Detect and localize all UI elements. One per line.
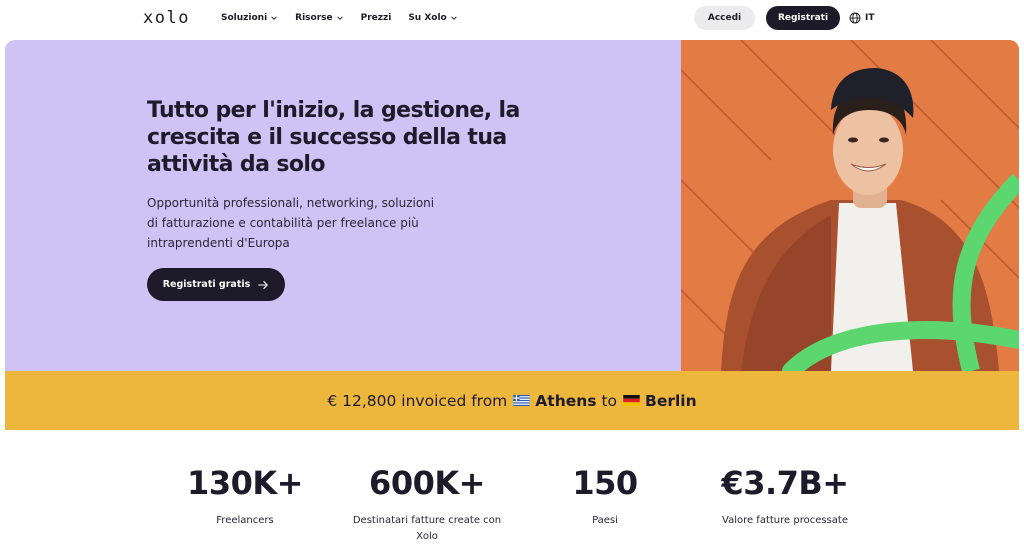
signup-free-label: Registrati gratis [162, 279, 251, 290]
greece-flag-icon [513, 395, 531, 406]
hero-title: Tutto per l'inizio, la gestione, la cres… [147, 98, 520, 177]
stat-value: 600K+ [369, 464, 485, 502]
hero-section: Tutto per l'inizio, la gestione, la cres… [5, 40, 1019, 371]
invoice-ticker: € 12,800 invoiced from Athens to Berlin [5, 371, 1019, 430]
xolo-logo[interactable]: xolo [143, 8, 190, 28]
hero-subtitle: Opportunità professionali, networking, s… [147, 196, 435, 250]
menu-item-label: Soluzioni [221, 13, 268, 23]
menu-item-su-xolo[interactable]: Su Xolo [408, 12, 457, 24]
signup-button[interactable]: Registrati [766, 6, 840, 30]
top-navigation: xolo Soluzioni Risorse Prezzi Su Xolo Ac… [0, 0, 1024, 38]
menu-item-prezzi[interactable]: Prezzi [361, 12, 392, 24]
menu-item-label: Risorse [295, 13, 333, 23]
chevron-down-icon [450, 14, 458, 22]
germany-flag-icon [623, 395, 640, 406]
menu-item-label: Su Xolo [408, 13, 447, 23]
stat-label: Destinatari fatture create con Xolo [352, 515, 502, 542]
hero-photo-freelancer [681, 40, 1019, 371]
main-menu: Soluzioni Risorse Prezzi Su Xolo [221, 12, 458, 24]
ticker-amount: € 12,800 invoiced from [327, 391, 508, 410]
chevron-down-icon [270, 14, 278, 22]
chevron-down-icon [336, 14, 344, 22]
stat-invoice-value: €3.7B+ Valore fatture processate [700, 464, 870, 529]
stat-label: Freelancers [216, 515, 274, 526]
globe-icon [849, 12, 861, 24]
stat-countries: 150 Paesi [540, 464, 670, 529]
menu-item-risorse[interactable]: Risorse [295, 12, 343, 24]
stat-invoice-recipients: 600K+ Destinatari fatture create con Xol… [347, 464, 507, 545]
ticker-to-city: Berlin [645, 391, 697, 410]
stat-label: Valore fatture processate [722, 515, 848, 526]
ticker-from-city: Athens [535, 391, 597, 410]
arrow-right-icon [257, 279, 269, 291]
stat-freelancers: 130K+ Freelancers [170, 464, 320, 529]
language-selector[interactable]: IT [849, 12, 875, 24]
menu-item-label: Prezzi [360, 13, 392, 23]
stat-value: 150 [572, 464, 638, 502]
ticker-connector: to [601, 391, 618, 410]
signup-free-button[interactable]: Registrati gratis [147, 268, 285, 301]
stat-value: 130K+ [187, 464, 303, 502]
menu-item-soluzioni[interactable]: Soluzioni [221, 12, 278, 24]
login-button[interactable]: Accedi [694, 6, 755, 30]
language-label: IT [865, 13, 875, 23]
stat-value: €3.7B+ [721, 464, 849, 502]
stat-label: Paesi [592, 515, 618, 526]
